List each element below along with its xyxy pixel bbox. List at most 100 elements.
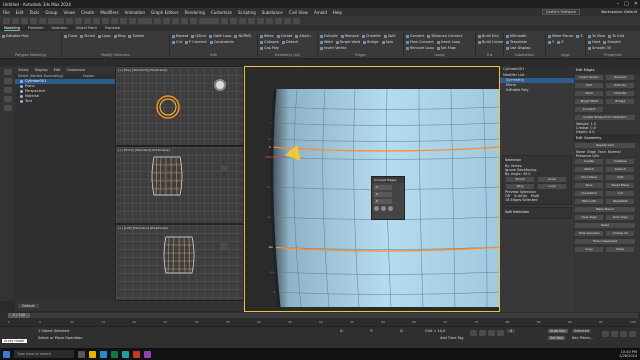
- task-view-icon[interactable]: [78, 350, 85, 358]
- to-grid-button[interactable]: To Grid: [608, 34, 624, 39]
- build-end-button[interactable]: Build End: [478, 34, 499, 39]
- caddy-ok-icon[interactable]: [374, 206, 379, 211]
- slide-field[interactable]: 0: [374, 199, 392, 204]
- rect-select-icon[interactable]: [84, 17, 91, 24]
- rollout-title[interactable]: Soft Selection: [505, 210, 569, 214]
- slice-button[interactable]: Slice: [575, 183, 603, 188]
- menu-create[interactable]: Create: [81, 10, 94, 15]
- rollout-title[interactable]: Selection: [505, 158, 569, 162]
- grow-button[interactable]: Grow: [64, 34, 77, 39]
- repeat-last-button[interactable]: Repeat Last: [575, 143, 635, 148]
- orbit-icon[interactable]: [629, 331, 636, 337]
- tab-modeling[interactable]: Modeling: [4, 26, 20, 31]
- app-icon[interactable]: [144, 350, 151, 358]
- msmooth-button[interactable]: MSmooth: [575, 199, 603, 204]
- start-icon[interactable]: [3, 350, 10, 358]
- caddy-apply-icon[interactable]: [381, 206, 386, 211]
- use-displac-button[interactable]: Use Displac.: [506, 46, 532, 51]
- next-frame-icon[interactable]: [497, 330, 504, 336]
- viewport-top[interactable]: [+] [Top] [Standard] [Wireframe]: [115, 66, 244, 146]
- schematic-icon[interactable]: [257, 17, 264, 24]
- target-weld-button[interactable]: Target Weld: [575, 99, 603, 104]
- menu-modifiers[interactable]: Modifiers: [100, 10, 118, 15]
- tab-freeform[interactable]: Freeform: [28, 26, 44, 30]
- layer-dropdown[interactable]: Default: [18, 304, 39, 308]
- auto-key-button[interactable]: Auto Key: [548, 329, 568, 333]
- swift-loop-button[interactable]: Swift Loop: [209, 34, 231, 39]
- visibility-icon[interactable]: [20, 100, 23, 103]
- media-app-icon[interactable]: [133, 350, 140, 358]
- timeline-ruler[interactable]: 0 5 10 15 20 25 30 35 40 45 50 55 60 65 70 75 80 85 90 95 10…: [8, 319, 638, 326]
- display-icon[interactable]: [3, 96, 12, 102]
- unlink-icon[interactable]: [30, 17, 37, 24]
- explorer-tab-customize[interactable]: Customize: [67, 68, 85, 72]
- viewport-label[interactable]: [+] [Orthographic] [Standard] [Default S…: [247, 68, 331, 72]
- create-button[interactable]: Create: [575, 159, 603, 164]
- menu-animation[interactable]: Animation: [125, 10, 145, 15]
- insert-loop-button[interactable]: Insert Loop: [437, 40, 461, 45]
- msmooth-button[interactable]: MSmooth: [506, 34, 527, 39]
- bridge-button[interactable]: Bridge: [363, 40, 378, 45]
- smooth-button[interactable]: Smooth: [603, 40, 621, 45]
- named-selection-icon[interactable]: [199, 17, 219, 24]
- scene-explorer-icon[interactable]: [3, 69, 12, 75]
- zoom-icon[interactable]: [602, 331, 609, 337]
- remove-button[interactable]: Remove: [606, 75, 635, 80]
- weld-button[interactable]: Weld: [575, 91, 603, 96]
- create-button[interactable]: Create: [277, 34, 293, 39]
- lock-icon[interactable]: [3, 105, 12, 111]
- material-editor-icon[interactable]: [266, 17, 273, 24]
- tessellate-button[interactable]: Tessellate: [506, 40, 527, 45]
- repeat-button[interactable]: Repeat: [172, 34, 188, 39]
- layer-icon[interactable]: [3, 78, 12, 84]
- split-button[interactable]: Split: [575, 83, 603, 88]
- detach-button[interactable]: Detach: [606, 167, 635, 172]
- close-button[interactable]: ✕: [634, 1, 638, 7]
- visibility-icon[interactable]: [20, 95, 23, 98]
- slice-plane-button[interactable]: Slice Plane: [575, 175, 603, 180]
- taskbar-search[interactable]: Type here to search: [14, 350, 74, 358]
- tab-object-paint[interactable]: Object Paint: [76, 26, 97, 30]
- p-connect-button[interactable]: P Connect: [185, 40, 207, 45]
- align-x-button[interactable]: X: [576, 34, 582, 39]
- angle-value[interactable]: 45.0: [523, 172, 531, 176]
- copy-button[interactable]: Copy: [575, 247, 603, 252]
- menu-scripting[interactable]: Scripting: [238, 10, 256, 15]
- chamfer-button[interactable]: Chamfer: [362, 34, 381, 39]
- unhide-all-button[interactable]: Unhide All: [606, 231, 635, 236]
- ring-button[interactable]: Ring: [114, 34, 126, 39]
- browser-icon[interactable]: [100, 350, 107, 358]
- scale-icon[interactable]: [120, 17, 127, 24]
- file-explorer-icon[interactable]: [89, 350, 96, 358]
- constraint-normal-radio[interactable]: Normal: [608, 150, 621, 154]
- menu-civil-view[interactable]: Civil View: [289, 10, 308, 15]
- loop-button[interactable]: Loop: [98, 34, 110, 39]
- workspace-selector[interactable]: Workspaces: Default: [601, 10, 637, 14]
- collapse-button[interactable]: Collapse: [606, 159, 635, 164]
- smooth-30-button[interactable]: Smooth 30: [588, 46, 611, 51]
- maxscript-listener[interactable]: Array modif: [2, 339, 27, 343]
- layer-explorer-icon[interactable]: [239, 17, 246, 24]
- add-time-tag-button[interactable]: Add Time Tag: [440, 336, 464, 340]
- select-by-name-icon[interactable]: [75, 17, 82, 24]
- tessellate-button[interactable]: Tessellate: [606, 199, 635, 204]
- chamfer-button[interactable]: Chamfer: [606, 91, 635, 96]
- visibility-icon[interactable]: [20, 85, 23, 88]
- detach-button[interactable]: Detach: [282, 40, 299, 45]
- menu-file[interactable]: File: [3, 10, 10, 15]
- attach-button[interactable]: Attach: [575, 167, 603, 172]
- extrude-button[interactable]: Extrude: [320, 34, 338, 39]
- insert-vertex-button[interactable]: Insert Vertex: [575, 75, 603, 80]
- insert-vertex-button[interactable]: Insert Vertex: [320, 46, 346, 51]
- zoom-all-icon[interactable]: [611, 331, 618, 337]
- taskbar-clock[interactable]: 10:40 PM 2/26/2024: [619, 350, 640, 358]
- relax-button[interactable]: Relax: [575, 223, 635, 228]
- pan-icon[interactable]: [620, 331, 627, 337]
- paste-button[interactable]: Paste: [606, 247, 635, 252]
- bridge-button[interactable]: Bridge: [606, 99, 635, 104]
- frozen-column-header[interactable]: Frozen: [83, 74, 94, 79]
- move-icon[interactable]: [102, 17, 109, 24]
- build-corner-button[interactable]: Build Corner: [478, 40, 504, 45]
- rotate-icon[interactable]: [111, 17, 118, 24]
- curve-editor-icon[interactable]: [248, 17, 255, 24]
